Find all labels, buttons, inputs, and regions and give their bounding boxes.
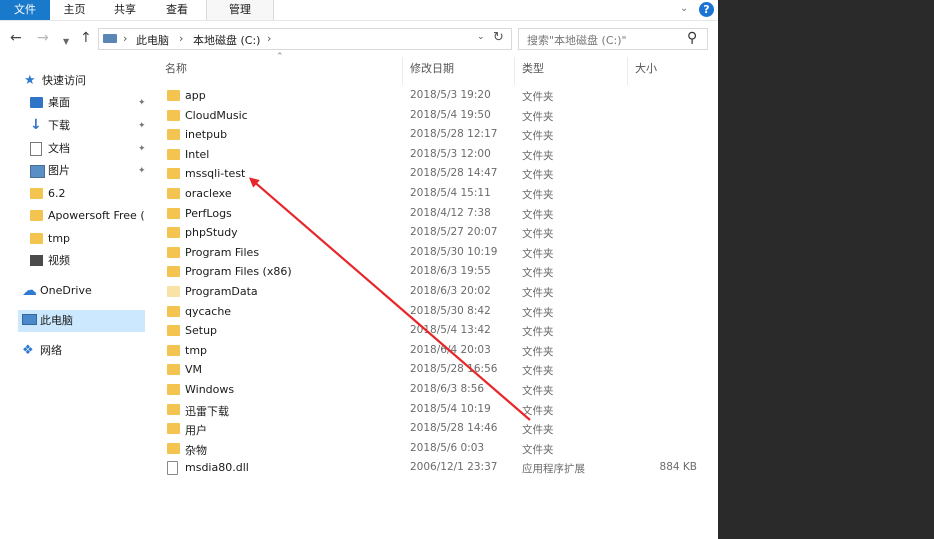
file-explorer-window: 文件 主页 共享 查看 管理 ⌄ ? ← → ▼ ↑ › 此电脑 › 本地磁盘 … bbox=[0, 0, 718, 539]
annotation-arrow bbox=[248, 177, 531, 421]
desktop-background bbox=[718, 0, 934, 539]
red-arrow-line bbox=[248, 177, 531, 421]
